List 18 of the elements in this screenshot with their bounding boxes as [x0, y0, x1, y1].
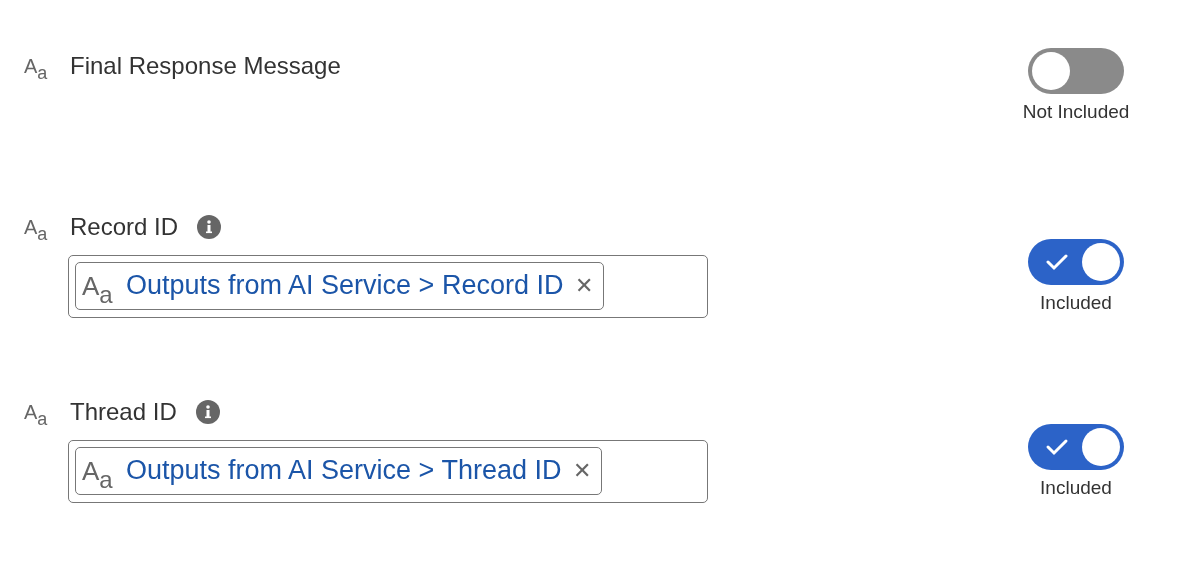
toggle-knob: [1082, 242, 1120, 281]
toggle-knob: [1082, 427, 1120, 466]
toggle-status: Included: [1040, 475, 1112, 500]
field-label: Record ID: [70, 211, 179, 242]
info-icon[interactable]: [194, 398, 221, 425]
toggle-knob: [1032, 52, 1070, 90]
toggle-status: Included: [1040, 290, 1112, 315]
field-label: Final Response Message: [70, 51, 341, 81]
remove-button[interactable]: ✕: [563, 274, 594, 297]
pill-label: Outputs from AI Service > Thread ID: [126, 454, 562, 488]
toggle-status: Not Included: [1022, 100, 1130, 124]
toggle-switch[interactable]: [1028, 238, 1124, 285]
toggle-switch[interactable]: [1028, 48, 1124, 94]
toggle-switch[interactable]: [1028, 423, 1124, 470]
info-icon[interactable]: [196, 213, 223, 240]
remove-button[interactable]: ✕: [561, 459, 592, 482]
field-label: Thread ID: [70, 396, 177, 427]
pill-label: Outputs from AI Service > Record ID: [126, 269, 564, 303]
